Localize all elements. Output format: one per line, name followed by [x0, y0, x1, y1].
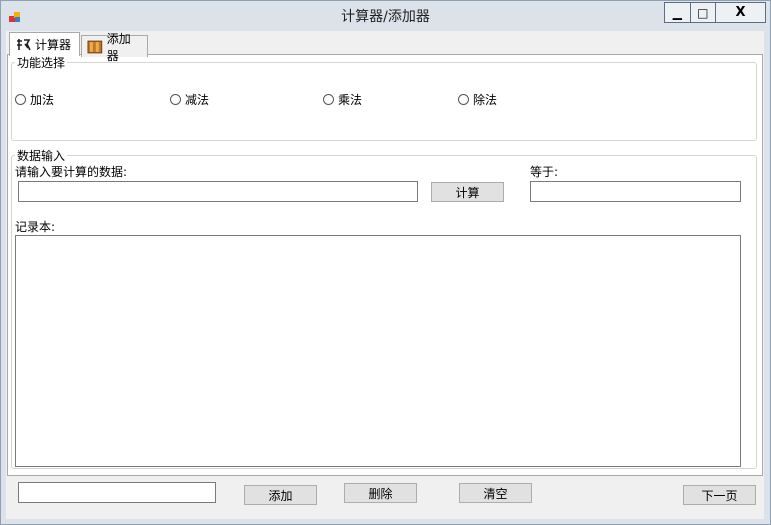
close-button[interactable]: X [716, 3, 765, 22]
tab-adder-label: 添加器 [106, 31, 131, 63]
function-group [11, 62, 757, 141]
radio-add[interactable]: 加法 [15, 91, 54, 108]
radio-divide-label: 除法 [473, 93, 498, 107]
window-title: 计算器/添加器 [341, 9, 430, 25]
tab-adder[interactable]: 添加器 [81, 32, 148, 63]
next-page-button[interactable]: 下一页 [683, 485, 756, 505]
radio-add-label: 加法 [30, 93, 55, 107]
radio-multiply-label: 乘法 [338, 93, 363, 107]
data-group-title: 数据输入 [15, 147, 68, 164]
calculate-button[interactable]: 计算 [431, 182, 504, 202]
tab-calculator[interactable]: 计算器 [9, 32, 80, 56]
result-field[interactable] [530, 181, 741, 202]
log-textarea[interactable] [15, 235, 741, 467]
radio-divide-circle[interactable] [458, 94, 469, 105]
data-input-field[interactable] [18, 181, 418, 202]
radio-subtract[interactable]: 减法 [170, 91, 209, 108]
minimize-icon: ▁ [672, 5, 682, 20]
minimize-button[interactable]: ▁ [665, 3, 691, 22]
radio-subtract-circle[interactable] [170, 94, 181, 105]
radio-divide[interactable]: 除法 [458, 91, 497, 108]
radio-multiply-circle[interactable] [323, 94, 334, 105]
maximize-icon: □ [697, 5, 709, 20]
function-group-title: 功能选择 [15, 54, 68, 71]
tab-calculator-label: 计算器 [35, 38, 72, 52]
log-label: 记录本: [15, 218, 56, 235]
bottom-input-field[interactable] [18, 482, 216, 503]
data-input-label: 请输入要计算的数据: [15, 163, 128, 180]
book-icon [87, 40, 103, 53]
close-icon: X [735, 5, 746, 20]
delete-button[interactable]: 删除 [344, 483, 417, 503]
equals-label: 等于: [530, 163, 559, 180]
clear-button[interactable]: 清空 [459, 483, 532, 503]
add-button[interactable]: 添加 [244, 485, 317, 505]
maximize-button[interactable]: □ [691, 3, 716, 22]
calculator-icon [17, 38, 31, 50]
window-controls: ▁ □ X [664, 2, 766, 23]
radio-multiply[interactable]: 乘法 [323, 91, 362, 108]
radio-add-circle[interactable] [15, 94, 26, 105]
radio-subtract-label: 减法 [185, 93, 210, 107]
